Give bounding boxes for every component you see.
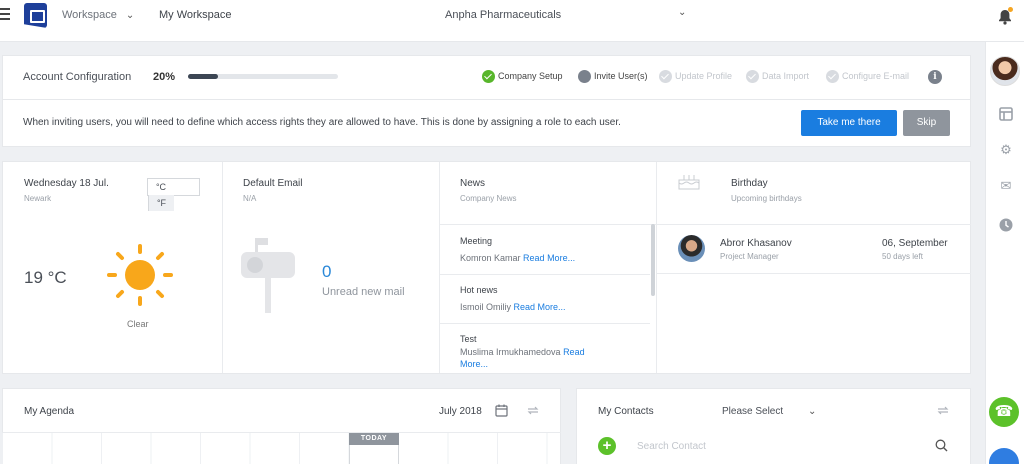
dashboard-icon[interactable] [999, 107, 1013, 121]
news-item-title: Meeting [460, 236, 493, 246]
fahrenheit-toggle[interactable]: °F [148, 195, 174, 211]
sun-icon [104, 243, 176, 308]
news-item-title: Hot news [460, 285, 498, 295]
step-label: Configure E-mail [842, 70, 910, 81]
check-icon [746, 70, 759, 83]
search-icon[interactable] [935, 439, 948, 452]
progress-percent: 20% [153, 71, 176, 83]
step-label: Company Setup [498, 70, 563, 81]
weather-location: Newark [24, 194, 52, 203]
step-invite-users[interactable]: Invite User(s) [578, 70, 648, 83]
divider [440, 274, 650, 275]
calendar-icon[interactable] [495, 404, 508, 417]
news-scrollbar[interactable] [651, 224, 655, 296]
days-left: 50 days left [882, 252, 923, 261]
news-item-meta: Muslima Irmukhamedova Read More... [460, 346, 615, 370]
chevron-down-icon: ⌄ [807, 406, 817, 417]
news-item-meta: Ismoil Omiliy Read More... [460, 301, 645, 313]
step-label: Invite User(s) [594, 70, 648, 81]
unread-label: Unread new mail [322, 286, 405, 298]
celsius-toggle[interactable]: °C [148, 179, 174, 195]
birthday-date: 06, September [882, 238, 948, 249]
check-icon [826, 70, 839, 83]
gear-icon[interactable]: ⚙ [999, 143, 1013, 157]
news-author: Ismoil Omiliy [460, 302, 511, 312]
menu-icon[interactable] [0, 8, 11, 22]
contacts-filter-select[interactable]: Please Select ⌄ [722, 406, 816, 417]
check-icon [482, 70, 495, 83]
search-contact-input[interactable]: Search Contact [637, 441, 706, 452]
weather-date: Wednesday 18 Jul. [24, 178, 109, 189]
news-item[interactable]: Test Muslima Irmukhamedova Read More... [460, 334, 615, 370]
today-column[interactable] [349, 445, 399, 464]
temperature: 19 °C [24, 268, 67, 287]
top-bar [0, 0, 1024, 42]
divider [656, 162, 657, 373]
take-me-there-button[interactable]: Take me there [801, 110, 897, 136]
step-company-setup[interactable]: Company Setup [482, 70, 563, 83]
add-contact-button[interactable]: + [598, 437, 616, 455]
calendar-grid [2, 433, 561, 464]
divider [440, 224, 971, 225]
step-label: Data Import [762, 70, 810, 81]
email-account: N/A [243, 194, 257, 203]
notification-badge [1008, 7, 1013, 12]
current-step-icon [578, 70, 591, 83]
news-subtitle: Company News [460, 194, 517, 203]
skip-button[interactable]: Skip [903, 110, 950, 136]
mailbox-icon [241, 238, 295, 313]
company-select-chevron-icon[interactable]: ⌄ [678, 7, 686, 18]
clock-icon[interactable] [999, 218, 1013, 232]
company-select[interactable]: Anpha Pharmaceuticals [445, 9, 561, 21]
birthday-title: Birthday [731, 178, 768, 189]
agenda-month: July 2018 [439, 406, 482, 417]
news-title: News [460, 178, 486, 189]
unit-toggle[interactable]: °C°F [147, 178, 200, 211]
account-config-title: Account Configuration [23, 71, 132, 83]
news-author: Muslima Irmukhamedova [460, 347, 561, 357]
workspace-menu[interactable]: Workspace ⌄ [62, 9, 134, 21]
person-name[interactable]: Abror Khasanov [720, 238, 792, 249]
email-title: Default Email [243, 178, 303, 189]
divider [440, 323, 650, 324]
weather-condition: Clear [127, 319, 149, 329]
step-data-import[interactable]: Data Import [746, 70, 809, 83]
info-icon[interactable]: i [928, 70, 942, 84]
news-item[interactable]: Meeting Komron Kamar Read More... [460, 236, 645, 264]
app-logo[interactable] [24, 3, 47, 28]
news-author: Komron Kamar [460, 253, 521, 263]
refresh-icon[interactable] [526, 404, 540, 417]
progress-fill [188, 74, 218, 79]
read-more-link[interactable]: Read More... [523, 253, 575, 263]
invite-banner-text: When inviting users, you will need to de… [23, 117, 621, 128]
user-avatar[interactable] [990, 56, 1020, 86]
refresh-icon[interactable] [936, 404, 950, 417]
divider [439, 162, 440, 373]
check-icon [659, 70, 672, 83]
contacts-panel [576, 388, 971, 464]
chevron-down-icon: ⌄ [125, 10, 135, 21]
step-update-profile[interactable]: Update Profile [659, 70, 732, 83]
read-more-link[interactable]: Read More... [514, 302, 566, 312]
step-label: Update Profile [675, 70, 733, 81]
breadcrumb-current[interactable]: My Workspace [159, 9, 232, 21]
contacts-title: My Contacts [598, 406, 654, 417]
phone-icon[interactable]: ☎ [989, 397, 1019, 427]
step-configure-email[interactable]: Configure E-mail [826, 70, 909, 83]
agenda-title: My Agenda [24, 406, 75, 417]
workspace-menu-label: Workspace [62, 9, 117, 21]
birthday-subtitle: Upcoming birthdays [731, 194, 802, 203]
person-role: Project Manager [720, 252, 779, 261]
news-item-title: Test [460, 334, 477, 344]
unread-count: 0 [322, 262, 332, 281]
divider [222, 162, 223, 373]
contacts-filter-value: Please Select [722, 406, 784, 417]
cake-icon [678, 172, 700, 190]
divider [657, 273, 971, 274]
news-item-meta: Komron Kamar Read More... [460, 252, 645, 264]
person-avatar[interactable] [678, 235, 705, 262]
news-item[interactable]: Hot news Ismoil Omiliy Read More... [460, 285, 645, 313]
today-label: TODAY [349, 433, 399, 445]
mail-icon[interactable]: ✉ [999, 179, 1013, 193]
